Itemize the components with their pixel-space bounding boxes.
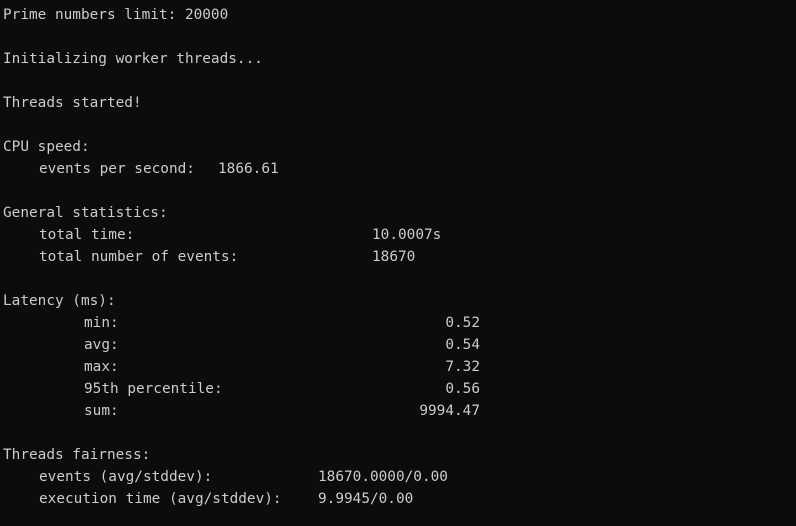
total-events-label: total number of events:: [39, 249, 239, 265]
latency-min-label: min:: [84, 315, 119, 331]
cpu-speed-header: CPU speed:: [3, 139, 90, 155]
latency-header: Latency (ms):: [3, 293, 116, 309]
fairness-exec-time-label: execution time (avg/stddev):: [39, 491, 282, 507]
events-per-second-value: 1866.61: [218, 161, 279, 177]
latency-sum-label: sum:: [84, 403, 119, 419]
latency-avg-value: 0.54: [445, 337, 480, 353]
latency-max-label: max:: [84, 359, 119, 375]
total-time-value: 10.0007s: [372, 227, 442, 243]
fairness-events-label: events (avg/stddev):: [39, 469, 213, 485]
terminal-window[interactable]: Prime numbers limit: 20000 Initializing …: [0, 0, 796, 526]
latency-p95-value: 0.56: [445, 381, 480, 397]
total-time-label: total time:: [39, 227, 135, 243]
threads-started-line: Threads started!: [3, 95, 142, 111]
fairness-events-value: 18670.0000/0.00: [318, 469, 448, 485]
prime-limit-line: Prime numbers limit: 20000: [3, 7, 229, 23]
latency-min-value: 0.52: [445, 315, 480, 331]
init-line: Initializing worker threads...: [3, 51, 263, 67]
latency-sum-value: 9994.47: [419, 403, 480, 419]
general-statistics-header: General statistics:: [3, 205, 168, 221]
latency-max-value: 7.32: [445, 359, 480, 375]
total-events-value: 18670: [372, 249, 416, 265]
threads-fairness-header: Threads fairness:: [3, 447, 151, 463]
fairness-exec-time-value: 9.9945/0.00: [318, 491, 414, 507]
events-per-second-label: events per second:: [39, 161, 195, 177]
latency-avg-label: avg:: [84, 337, 119, 353]
latency-p95-label: 95th percentile:: [84, 381, 223, 397]
